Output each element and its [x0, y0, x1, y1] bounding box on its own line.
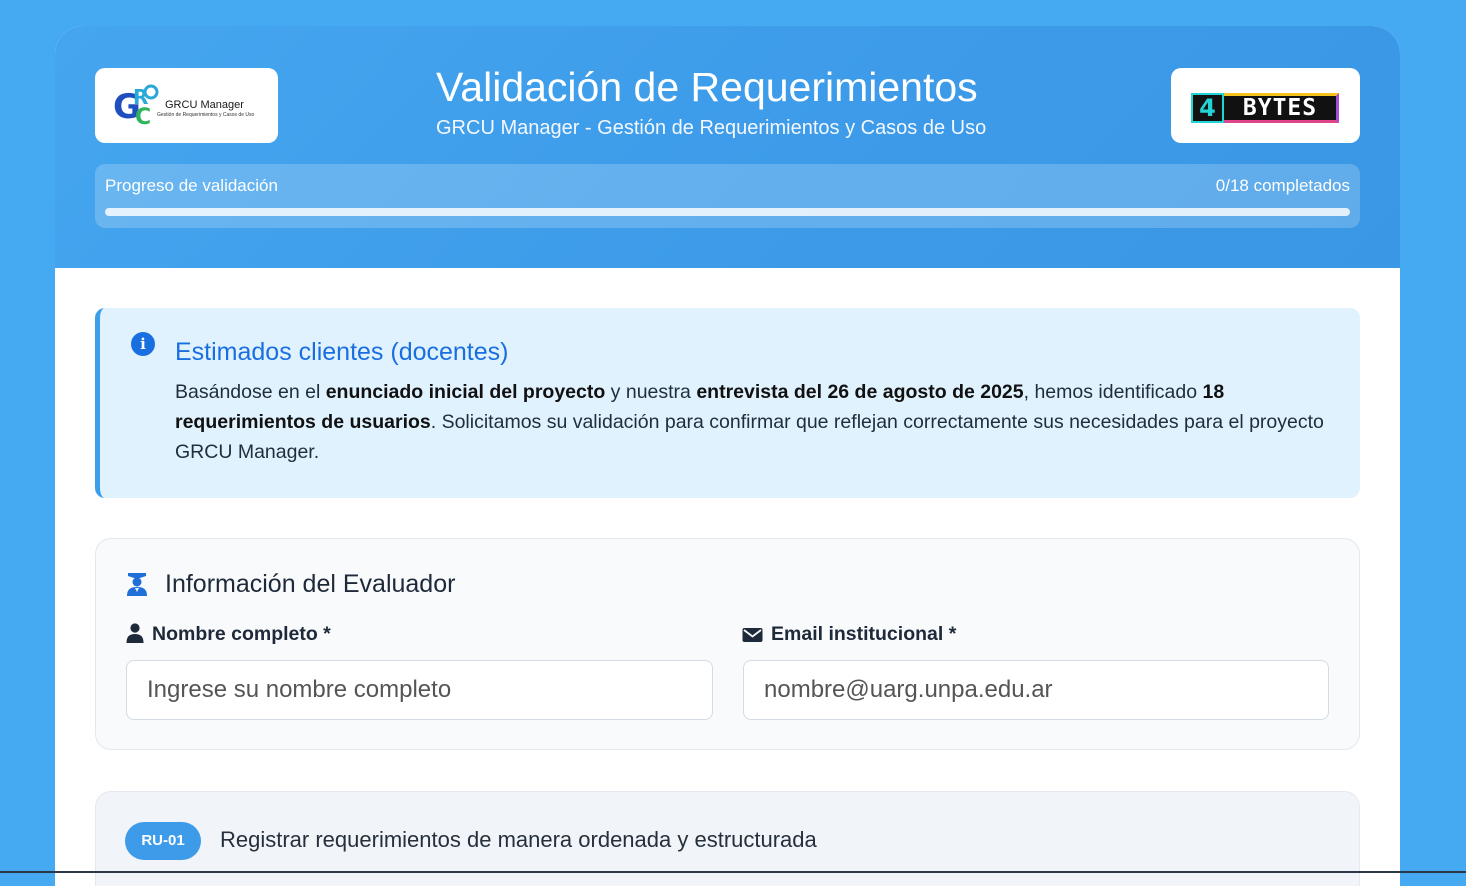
info-body-segment: , hemos identificado	[1023, 381, 1203, 403]
info-body: Basándose en el enunciado inicial del pr…	[175, 377, 1335, 467]
page-title: Validación de Requerimientos	[436, 64, 978, 110]
evaluator-title: Información del Evaluador	[165, 570, 456, 598]
validation-progress: Progreso de validación 0/18 completados	[95, 164, 1360, 228]
email-field-label-text: Email institucional *	[771, 623, 957, 645]
requirement-title: Registrar requerimientos de manera orden…	[220, 827, 817, 852]
name-field-label: Nombre completo *	[126, 623, 331, 646]
4bytes-logo-word: BYTES	[1224, 93, 1339, 123]
email-field[interactable]	[743, 660, 1329, 720]
envelope-icon	[742, 628, 763, 642]
page-subtitle: GRCU Manager - Gestión de Requerimientos…	[436, 117, 987, 139]
progress-bar	[105, 208, 1350, 216]
name-field-label-text: Nombre completo *	[152, 623, 331, 645]
user-icon	[126, 623, 144, 643]
progress-count: 0/18 completados	[1215, 176, 1350, 195]
graduate-icon	[127, 573, 147, 596]
info-body-segment: y nuestra	[605, 381, 697, 403]
4bytes-logo: 4 BYTES	[1171, 68, 1360, 143]
grcu-logo-mark-icon: G R C	[113, 84, 159, 128]
svg-text:C: C	[135, 105, 151, 128]
info-body-segment: enunciado inicial del proyecto	[325, 381, 606, 403]
page-header: G R C GRCU Manager Gestión de Requerimie…	[55, 26, 1400, 268]
name-field[interactable]	[126, 660, 713, 720]
email-field-label: Email institucional *	[742, 623, 956, 646]
info-notice: i Estimados clientes (docentes) Basándos…	[95, 308, 1360, 498]
grcu-logo-tagline: Gestión de Requerimientos y Casos de Uso	[157, 112, 255, 118]
info-title: Estimados clientes (docentes)	[175, 338, 509, 366]
evaluator-section: Información del Evaluador Nombre complet…	[95, 538, 1360, 750]
4bytes-logo-digit: 4	[1191, 93, 1224, 123]
info-circle-icon: i	[131, 332, 155, 356]
info-body-segment: Basándose en el	[175, 381, 326, 403]
grcu-logo: G R C GRCU Manager Gestión de Requerimie…	[95, 68, 278, 143]
progress-label: Progreso de validación	[105, 176, 278, 195]
validation-card: G R C GRCU Manager Gestión de Requerimie…	[55, 26, 1400, 886]
grcu-logo-name: GRCU Manager	[165, 99, 244, 111]
info-body-segment: entrevista del 26 de agosto de 2025	[696, 381, 1024, 403]
requirement-code-badge: RU-01	[125, 822, 201, 860]
